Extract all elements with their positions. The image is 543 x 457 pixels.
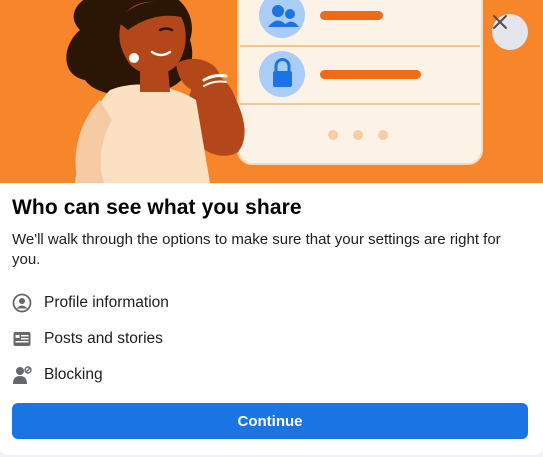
privacy-topics-list: Profile information Posts and stories Bl… (12, 285, 512, 393)
dialog-description: We'll walk through the options to make s… (12, 231, 501, 268)
list-item-label: Posts and stories (44, 330, 163, 347)
close-icon (493, 15, 507, 29)
close-button[interactable] (492, 14, 528, 50)
blocked-person-icon (12, 365, 32, 385)
hero-illustration (0, 0, 543, 183)
profile-circle-icon (12, 293, 32, 313)
illustration-woman-with-privacy-card (0, 0, 543, 183)
list-item-profile-information: Profile information (12, 285, 512, 321)
dialog-title: Who can see what you share (12, 196, 302, 219)
privacy-checkup-dialog: Who can see what you share We'll walk th… (0, 0, 543, 455)
list-item-blocking: Blocking (12, 357, 512, 393)
continue-button[interactable]: Continue (12, 403, 528, 439)
list-item-label: Profile information (44, 294, 169, 311)
list-item-posts-and-stories: Posts and stories (12, 321, 512, 357)
posts-card-icon (12, 329, 32, 349)
list-item-label: Blocking (44, 366, 103, 383)
